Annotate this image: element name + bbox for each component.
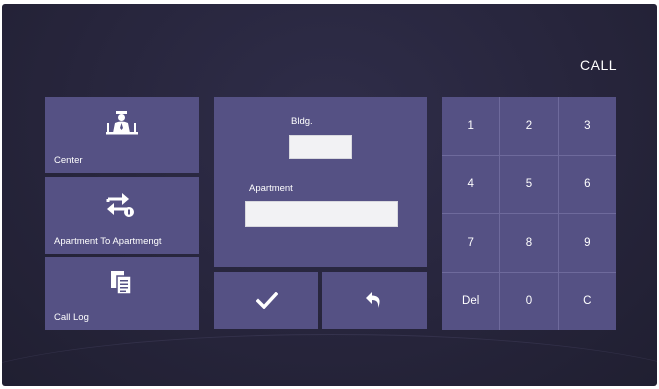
numeric-keypad: 1 2 3 4 5 6 7 8 9 Del 0 C [442,97,616,330]
guard-icon [105,109,139,140]
documents-icon [109,269,133,300]
call-log-label: Call Log [54,312,89,323]
key-8[interactable]: 8 [500,214,558,272]
call-log-button[interactable]: Call Log [45,257,199,330]
bldg-field[interactable] [289,135,352,159]
key-7[interactable]: 7 [442,214,500,272]
bldg-label: Bldg. [291,116,313,127]
page-title: CALL [580,57,618,73]
check-icon [255,291,279,314]
key-6[interactable]: 6 [558,155,616,213]
key-2[interactable]: 2 [500,97,558,155]
key-5[interactable]: 5 [500,155,558,213]
key-del[interactable]: Del [442,272,500,330]
undo-icon [364,290,384,315]
key-3[interactable]: 3 [558,97,616,155]
back-button[interactable] [322,272,427,329]
key-0[interactable]: 0 [500,272,558,330]
apartment-to-apartment-button[interactable]: Apartment To Apartmengt [45,177,199,254]
confirm-button[interactable] [214,272,318,329]
key-9[interactable]: 9 [558,214,616,272]
apartment-label: Apartment [249,183,293,194]
apartment-field[interactable] [245,201,398,227]
center-label: Center [54,155,83,166]
key-clear[interactable]: C [558,272,616,330]
key-1[interactable]: 1 [442,97,500,155]
swap-arrows-icon [105,190,135,223]
key-4[interactable]: 4 [442,155,500,213]
apartment-to-apartment-label: Apartment To Apartmengt [54,236,162,247]
center-button[interactable]: Center [45,97,199,173]
address-input-panel: Bldg. Apartment [214,97,427,267]
call-screen: CALL Center Apartment To Apartmengt Call… [2,4,657,386]
